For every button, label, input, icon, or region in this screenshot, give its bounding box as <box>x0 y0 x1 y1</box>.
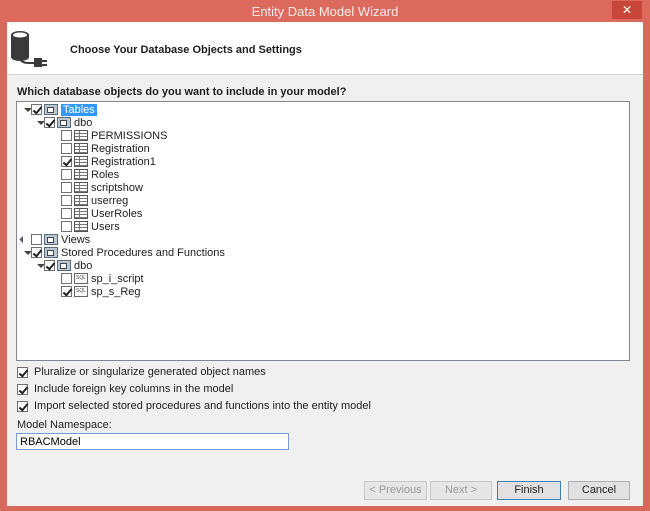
previous-button[interactable]: < Previous <box>364 481 427 500</box>
tree-item-table[interactable]: Registration1 <box>61 155 156 168</box>
table-checkbox[interactable] <box>61 143 72 154</box>
table-label: Registration1 <box>91 155 156 168</box>
tree-item-table[interactable]: Users <box>61 220 120 233</box>
table-icon <box>74 143 88 154</box>
procedure-checkbox[interactable] <box>61 286 72 297</box>
wizard-window: Entity Data Model Wizard ✕ Choose Your D… <box>0 0 650 511</box>
table-label: scriptshow <box>91 181 143 194</box>
page-title: Choose Your Database Objects and Setting… <box>70 44 302 56</box>
procedures-dbo-label: dbo <box>74 259 93 272</box>
expand-tables-toggle[interactable] <box>22 105 32 114</box>
tables-dbo-checkbox[interactable] <box>44 117 55 128</box>
window-title: Entity Data Model Wizard <box>251 4 399 19</box>
table-label: PERMISSIONS <box>91 129 168 142</box>
tables-folder-icon <box>44 104 58 115</box>
tree-node-procedures[interactable]: Stored Procedures and Functions <box>22 246 225 259</box>
expand-tables-dbo-toggle[interactable] <box>35 118 45 127</box>
expand-procedures-toggle[interactable] <box>22 248 32 257</box>
table-icon <box>74 221 88 232</box>
table-checkbox[interactable] <box>61 169 72 180</box>
tree-item-table[interactable]: userreg <box>61 194 128 207</box>
tree-item-table[interactable]: PERMISSIONS <box>61 129 167 142</box>
table-checkbox[interactable] <box>61 221 72 232</box>
procedures-folder-icon <box>44 247 58 258</box>
table-icon <box>74 156 88 167</box>
procedures-dbo-checkbox[interactable] <box>44 260 55 271</box>
import-procedures-checkbox[interactable] <box>17 400 28 412</box>
table-label: Roles <box>91 168 120 181</box>
table-checkbox[interactable] <box>61 208 72 219</box>
cancel-button[interactable]: Cancel <box>568 481 630 500</box>
tree-item-table[interactable]: UserRoles <box>61 207 142 220</box>
tree-node-tables-dbo[interactable]: dbo <box>35 116 92 129</box>
foreign-keys-label: Include foreign key columns in the model <box>34 383 234 395</box>
next-button[interactable]: Next > <box>430 481 492 500</box>
procedure-label: sp_i_script <box>91 272 144 285</box>
stored-procedure-icon: SQL <box>74 286 88 297</box>
pluralize-option[interactable]: Pluralize or singularize generated objec… <box>17 366 266 378</box>
views-checkbox[interactable] <box>31 234 42 245</box>
table-icon <box>74 169 88 180</box>
pluralize-checkbox[interactable] <box>17 366 28 378</box>
import-procedures-option[interactable]: Import selected stored procedures and fu… <box>17 400 371 412</box>
wizard-header: Choose Your Database Objects and Setting… <box>7 22 643 75</box>
table-label: Users <box>91 220 120 233</box>
wizard-body: Choose Your Database Objects and Setting… <box>7 22 643 506</box>
tables-dbo-label: dbo <box>74 116 93 129</box>
table-icon <box>74 130 88 141</box>
expand-procedures-dbo-toggle[interactable] <box>35 261 45 270</box>
tree-item-table[interactable]: Registration <box>61 142 150 155</box>
table-label: Registration <box>91 142 150 155</box>
tree-item-procedure[interactable]: SQL sp_s_Reg <box>61 285 141 298</box>
tree-node-tables[interactable]: Tables <box>22 103 97 116</box>
schema-icon <box>57 260 71 271</box>
close-button[interactable]: ✕ <box>612 1 642 19</box>
table-icon <box>74 182 88 193</box>
foreign-keys-option[interactable]: Include foreign key columns in the model <box>17 383 233 395</box>
finish-button[interactable]: Finish <box>497 481 561 500</box>
table-label: UserRoles <box>91 207 143 220</box>
database-plug-icon <box>11 31 47 67</box>
database-objects-tree[interactable]: Tables dbo PERMISSIONS Registration Regi… <box>16 101 630 361</box>
procedure-checkbox[interactable] <box>61 273 72 284</box>
views-folder-icon <box>44 234 58 245</box>
table-checkbox[interactable] <box>61 156 72 167</box>
table-label: userreg <box>91 194 129 207</box>
title-bar: Entity Data Model Wizard ✕ <box>0 0 650 22</box>
tree-item-table[interactable]: scriptshow <box>61 181 143 194</box>
table-checkbox[interactable] <box>61 195 72 206</box>
table-checkbox[interactable] <box>61 182 72 193</box>
table-icon <box>74 208 88 219</box>
objects-question: Which database objects do you want to in… <box>17 86 347 98</box>
tables-label: Tables <box>61 103 97 116</box>
tree-item-procedure[interactable]: SQL sp_i_script <box>61 272 144 285</box>
expand-views-toggle[interactable] <box>22 235 31 244</box>
table-checkbox[interactable] <box>61 130 72 141</box>
tree-node-views[interactable]: Views <box>22 233 90 246</box>
tree-node-procedures-dbo[interactable]: dbo <box>35 259 92 272</box>
procedure-label: sp_s_Reg <box>91 285 141 298</box>
schema-icon <box>57 117 71 128</box>
tree-item-table[interactable]: Roles <box>61 168 119 181</box>
stored-procedure-icon: SQL <box>74 273 88 284</box>
foreign-keys-checkbox[interactable] <box>17 383 28 395</box>
procedures-label: Stored Procedures and Functions <box>61 246 225 259</box>
procedures-checkbox[interactable] <box>31 247 42 258</box>
table-icon <box>74 195 88 206</box>
import-procedures-label: Import selected stored procedures and fu… <box>34 400 371 412</box>
model-namespace-input[interactable] <box>16 433 289 450</box>
views-label: Views <box>61 233 91 246</box>
model-namespace-label: Model Namespace: <box>17 419 112 431</box>
tables-checkbox[interactable] <box>31 104 42 115</box>
pluralize-label: Pluralize or singularize generated objec… <box>34 366 266 378</box>
